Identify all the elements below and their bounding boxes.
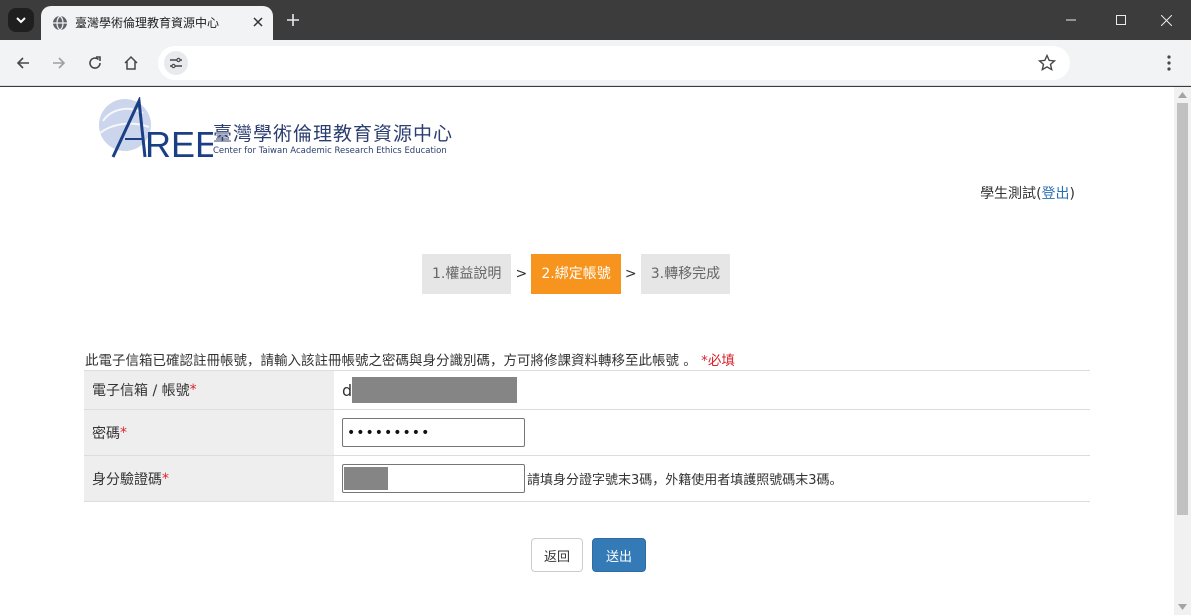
globe-icon — [53, 15, 67, 31]
close-icon — [1160, 14, 1172, 26]
scrollbar-thumb[interactable] — [1177, 103, 1188, 515]
page-scrollbar[interactable] — [1174, 87, 1191, 615]
user-name: 學生測試 — [980, 186, 1037, 202]
email-row: 電子信箱 / 帳號 * d — [84, 371, 1090, 410]
instruction-body: 此電子信箱已確認註冊帳號，請輸入該註冊帳號之密碼與身分識別碼，方可將修課資料轉移… — [85, 353, 697, 369]
forward-nav-button[interactable] — [45, 49, 73, 77]
new-tab-button[interactable] — [282, 9, 304, 31]
submit-button[interactable]: 送出 — [592, 538, 646, 572]
plus-icon — [287, 14, 299, 26]
back-button[interactable]: 返回 — [531, 538, 583, 572]
required-mark: * — [189, 382, 197, 398]
idcode-label: 身分驗證碼 * — [84, 456, 334, 501]
scroll-up-arrow-icon[interactable] — [1178, 91, 1187, 99]
redacted-block — [352, 377, 518, 403]
page: REE 臺灣學術倫理教育資源中心 Center for Taiwan Acade… — [0, 87, 1174, 615]
more-vert-icon — [1167, 55, 1171, 71]
reload-icon — [89, 56, 101, 69]
logout-link[interactable]: 登出 — [1042, 186, 1070, 202]
logo-letters: REE — [145, 124, 213, 161]
logout-paren-close: ) — [1069, 186, 1075, 202]
required-mark: * — [162, 470, 169, 487]
email-label-text: 電子信箱 / 帳號 — [92, 383, 190, 399]
maximize-icon — [1116, 15, 1126, 25]
tab-search-button[interactable] — [8, 8, 34, 32]
arrow-left-icon — [16, 57, 29, 69]
scroll-down-arrow-icon[interactable] — [1178, 603, 1187, 611]
logo-graphic: REE — [99, 97, 213, 161]
email-label: 電子信箱 / 帳號 * — [84, 371, 334, 409]
minimize-button[interactable] — [1046, 0, 1096, 40]
aree-logo[interactable]: REE 臺灣學術倫理教育資源中心 Center for Taiwan Acade… — [95, 97, 455, 161]
browser-toolbar — [0, 40, 1191, 86]
password-label: 密碼 * — [84, 410, 334, 455]
redacted-block — [344, 467, 388, 490]
step-indicator: 1.權益說明 > 2.綁定帳號 > 3.轉移完成 — [422, 254, 731, 294]
logo-subtitle: Center for Taiwan Academic Research Ethi… — [213, 146, 447, 156]
browser-window: 臺灣學術倫理教育資源中心 REE 臺灣學術倫理教育資源中心 Center for… — [0, 0, 1191, 615]
logo-title: 臺灣學術倫理教育資源中心 — [213, 123, 454, 145]
tab-bar: 臺灣學術倫理教育資源中心 — [0, 0, 1191, 40]
idcode-row: 身分驗證碼 * 請填身分證字號末3碼，外籍使用者填護照號碼末3碼。 — [84, 456, 1090, 502]
browser-tab[interactable]: 臺灣學術倫理教育資源中心 — [41, 6, 273, 40]
home-button[interactable] — [117, 49, 145, 77]
required-mark: * — [120, 424, 127, 441]
idcode-hint: 請填身分證字號末3碼，外籍使用者填護照號碼末3碼。 — [527, 473, 843, 488]
idcode-label-text: 身分驗證碼 — [92, 471, 162, 488]
form-buttons: 返回 送出 — [531, 538, 646, 572]
step-3: 3.轉移完成 — [640, 254, 731, 294]
password-row: 密碼 * ••••••••• — [84, 410, 1090, 456]
reload-button[interactable] — [81, 49, 109, 77]
user-area: 學生測試(登出) — [980, 183, 1075, 203]
page-viewport: REE 臺灣學術倫理教育資源中心 Center for Taiwan Acade… — [0, 87, 1191, 615]
site-settings-icon[interactable] — [164, 51, 188, 75]
required-note: *必填 — [701, 353, 735, 369]
password-value: ••••••••• — [347, 424, 431, 441]
idcode-field[interactable] — [342, 464, 525, 493]
password-label-text: 密碼 — [92, 425, 120, 442]
chevron-down-icon — [16, 17, 26, 24]
home-icon — [124, 55, 138, 70]
step-separator: > — [624, 266, 637, 282]
email-value: d — [342, 380, 353, 400]
maximize-button[interactable] — [1096, 0, 1146, 40]
back-nav-button[interactable] — [9, 49, 37, 77]
idcode-value-cell: 請填身分證字號末3碼，外籍使用者填護照號碼末3碼。 — [334, 456, 1090, 501]
instruction-text: 此電子信箱已確認註冊帳號，請輸入該註冊帳號之密碼與身分識別碼，方可將修課資料轉移… — [85, 349, 735, 369]
browser-menu-button[interactable] — [1155, 49, 1183, 77]
password-value-cell: ••••••••• — [334, 410, 1090, 455]
tab-title: 臺灣學術倫理教育資源中心 — [75, 16, 220, 30]
bookmark-star-icon[interactable] — [1038, 54, 1056, 72]
email-value-cell: d — [334, 371, 1090, 409]
address-bar[interactable] — [158, 46, 1070, 80]
arrow-right-icon — [53, 57, 66, 69]
close-window-button[interactable] — [1141, 0, 1191, 40]
close-tab-icon[interactable] — [249, 13, 267, 31]
password-field[interactable]: ••••••••• — [342, 418, 525, 447]
step-separator: > — [515, 266, 528, 282]
step-1: 1.權益說明 — [422, 254, 512, 294]
step-2-active: 2.綁定帳號 — [531, 254, 621, 294]
minimize-icon — [1066, 19, 1076, 21]
binding-form: 電子信箱 / 帳號 * d 密碼 * ••••••••• 身分驗證碼 * 請填身… — [84, 370, 1090, 502]
